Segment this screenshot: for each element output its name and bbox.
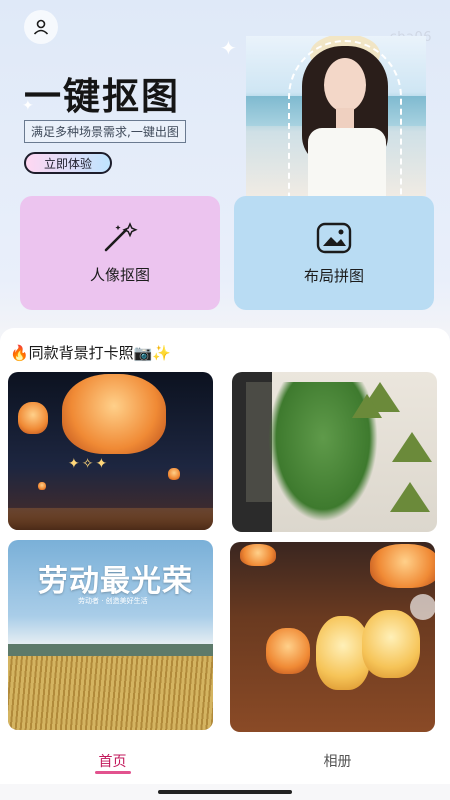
image-icon: [316, 222, 352, 253]
layout-collage-label: 布局拼图: [303, 266, 364, 285]
hero-subtitle: 满足多种场景需求,一键出图: [24, 120, 186, 143]
home-indicator: [158, 790, 292, 794]
floating-action-button[interactable]: [410, 594, 435, 620]
layout-collage-card[interactable]: 布局拼图: [234, 196, 434, 310]
tab-home-label: 首页: [98, 754, 127, 770]
tile-subtitle: 劳动者 · 创造美好生活: [78, 597, 148, 605]
tile-title: 劳动最光荣: [38, 564, 193, 599]
gallery-tile-sky-lanterns[interactable]: ✦✧✦: [8, 372, 213, 530]
app-screen: cba06 ✦ ✦ 一键抠图 满足多种场景需求,一键出图 立即体验 人像抠图 布…: [0, 0, 450, 800]
magic-wand-icon: [104, 221, 138, 251]
hero-portrait-image: [246, 36, 426, 196]
portrait-cutout-card[interactable]: 人像抠图: [20, 196, 220, 310]
active-tab-indicator: [94, 771, 131, 774]
portrait-cutout-label: 人像抠图: [89, 265, 150, 284]
gallery-tile-labor-day[interactable]: 劳动最光荣 劳动者 · 创造美好生活: [8, 540, 213, 730]
tab-home[interactable]: 首页: [0, 738, 225, 784]
gallery-tile-zongzi[interactable]: [232, 372, 437, 532]
sparkle-icon: ✦: [220, 36, 237, 60]
tab-album-label: 相册: [323, 754, 352, 770]
gallery-panel: 🔥同款背景打卡照📷✨ ✦✧✦ 劳动最光荣 劳动者 · 创造美好生活: [0, 328, 450, 738]
user-icon: [33, 19, 49, 35]
try-now-button[interactable]: 立即体验: [24, 152, 113, 174]
hero-title: 一键抠图: [24, 75, 180, 118]
profile-button[interactable]: [24, 10, 58, 44]
section-title: 🔥同款背景打卡照📷✨: [10, 344, 172, 362]
gallery-tile-lantern-festival[interactable]: [230, 542, 435, 732]
bottom-tab-bar: 首页 相册: [0, 738, 450, 784]
tab-album[interactable]: 相册: [225, 738, 450, 784]
